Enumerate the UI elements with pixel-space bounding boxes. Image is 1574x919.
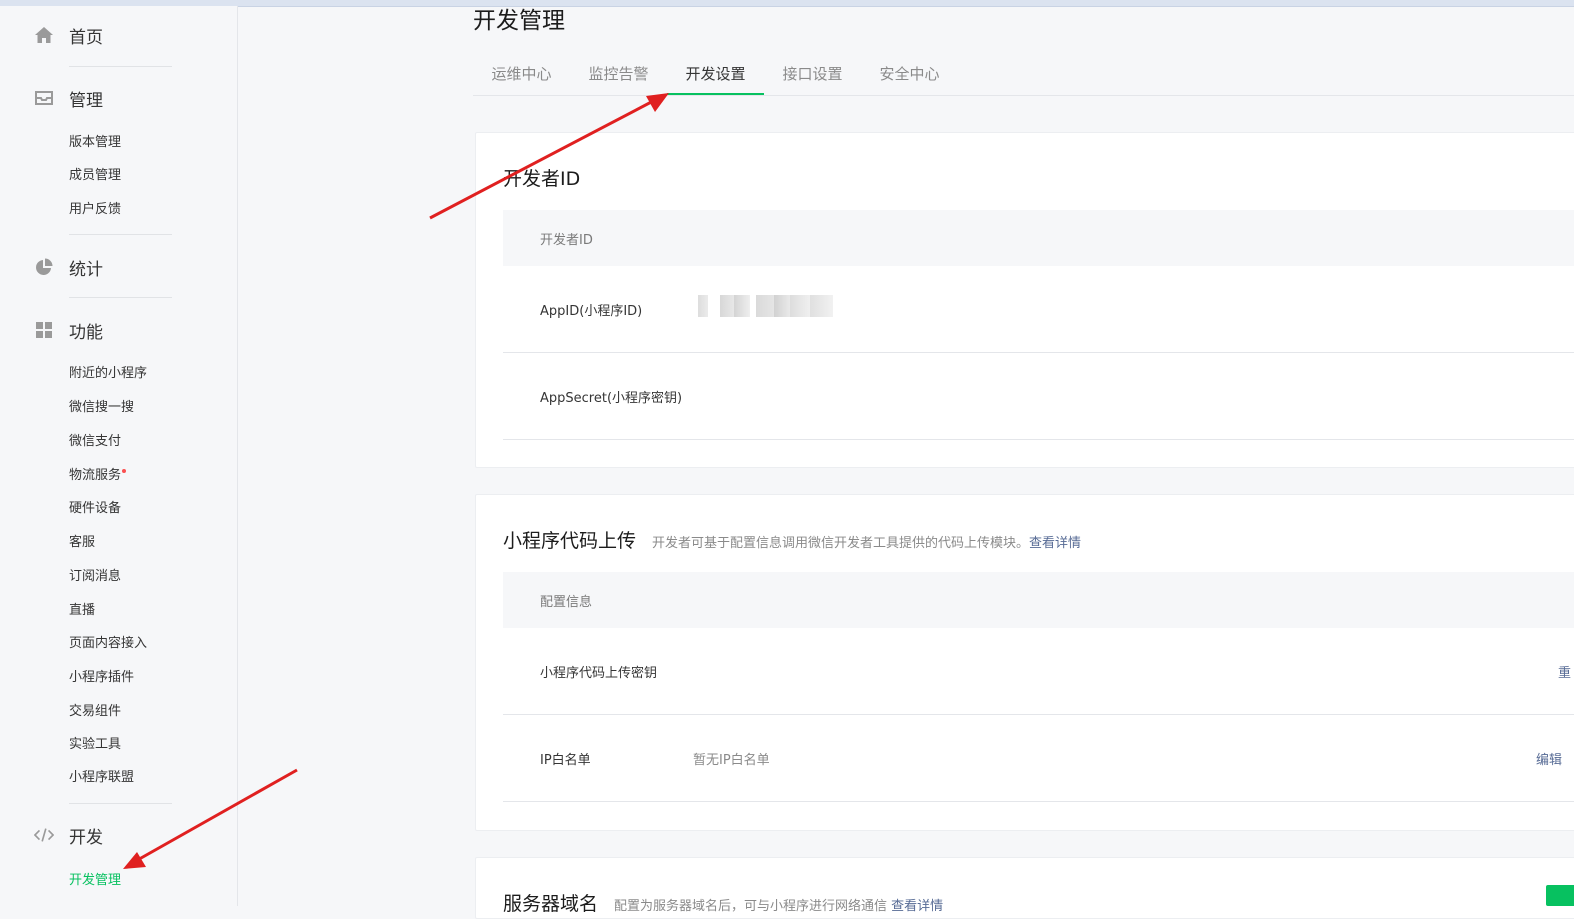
sidebar-item-dev-manage[interactable]: 开发管理 — [69, 872, 121, 890]
tab-bar: 运维中心 监控告警 开发设置 接口设置 安全中心 — [473, 56, 1574, 96]
sidebar-group-manage[interactable]: 管理 — [34, 85, 103, 111]
sidebar-item-alliance[interactable]: 小程序联盟 — [69, 769, 134, 787]
divider — [69, 297, 172, 298]
grid-icon — [34, 320, 54, 340]
table-header-label: 配置信息 — [540, 595, 593, 610]
tab-security[interactable]: 安全中心 — [861, 56, 958, 95]
sidebar-group-features[interactable]: 功能 — [34, 317, 103, 343]
sidebar-item-live[interactable]: 直播 — [69, 602, 95, 620]
tab-monitor[interactable]: 监控告警 — [570, 56, 667, 95]
sidebar-item-feedback[interactable]: 用户反馈 — [69, 201, 121, 219]
divider — [69, 803, 172, 804]
row-key: AppID(小程序ID) — [540, 304, 643, 319]
section-desc: 配置为服务器域名后，可与小程序进行网络通信 查看详情 — [614, 899, 943, 914]
primary-button-partial[interactable] — [1546, 885, 1574, 906]
sidebar-group-home[interactable]: 首页 — [34, 22, 103, 48]
sidebar-group-label: 管理 — [69, 90, 103, 111]
section-desc: 开发者可基于配置信息调用微信开发者工具提供的代码上传模块。查看详情 — [652, 536, 1081, 551]
reset-link[interactable]: 重 — [1558, 662, 1571, 681]
sidebar-group-label: 统计 — [69, 259, 103, 280]
sidebar-item-members[interactable]: 成员管理 — [69, 167, 121, 185]
developer-id-card: 开发者ID 开发者ID AppID(小程序ID) AppSecret(小程序密钥… — [475, 132, 1574, 468]
section-title: 服务器域名 配置为服务器域名后，可与小程序进行网络通信 查看详情 — [503, 889, 943, 916]
sidebar-group-stats[interactable]: 统计 — [34, 254, 103, 280]
sidebar-item-pay[interactable]: 微信支付 — [69, 433, 121, 451]
sidebar-item-logistics[interactable]: 物流服务 — [69, 467, 127, 485]
sidebar-item-lab-tools[interactable]: 实验工具 — [69, 736, 121, 754]
section-title: 开发者ID — [503, 168, 581, 190]
section-title: 小程序代码上传 开发者可基于配置信息调用微信开发者工具提供的代码上传模块。查看详情 — [503, 526, 1081, 553]
sidebar-item-label: 物流服务 — [69, 468, 122, 483]
table-row-upload-key: 小程序代码上传密钥 重 — [503, 628, 1574, 715]
row-key: 小程序代码上传密钥 — [540, 666, 658, 681]
code-upload-card: 小程序代码上传 开发者可基于配置信息调用微信开发者工具提供的代码上传模块。查看详情… — [475, 494, 1574, 831]
sidebar-item-trade-component[interactable]: 交易组件 — [69, 703, 121, 721]
table-row-ip-whitelist: IP白名单 暂无IP白名单 编辑 — [503, 715, 1574, 802]
home-icon — [34, 25, 54, 45]
row-value: 暂无IP白名单 — [693, 753, 770, 768]
table-header: 配置信息 — [503, 572, 1574, 628]
divider — [69, 234, 172, 235]
appid-value-redacted — [690, 295, 833, 317]
view-details-link[interactable]: 查看详情 — [891, 899, 943, 914]
new-badge-dot — [122, 469, 127, 473]
sidebar-item-plugins[interactable]: 小程序插件 — [69, 669, 134, 687]
tab-api-settings[interactable]: 接口设置 — [764, 56, 861, 95]
tab-ops[interactable]: 运维中心 — [473, 56, 570, 95]
table-header: 开发者ID — [503, 210, 1574, 266]
divider — [69, 66, 172, 67]
sidebar-item-customer-service[interactable]: 客服 — [69, 534, 95, 552]
server-domain-card: 服务器域名 配置为服务器域名后，可与小程序进行网络通信 查看详情 — [475, 857, 1574, 919]
section-title-text: 小程序代码上传 — [503, 530, 637, 552]
sidebar-item-hardware[interactable]: 硬件设备 — [69, 500, 121, 518]
table-row-appid: AppID(小程序ID) — [503, 266, 1574, 353]
row-key: AppSecret(小程序密钥) — [540, 391, 683, 406]
row-key: IP白名单 — [540, 753, 591, 768]
table-row-appsecret: AppSecret(小程序密钥) — [503, 353, 1574, 440]
page-title: 开发管理 — [473, 8, 565, 34]
sidebar-group-label: 开发 — [69, 827, 103, 848]
sidebar-group-label: 首页 — [69, 27, 103, 48]
sidebar-group-dev[interactable]: 开发 — [34, 822, 103, 848]
sidebar-item-search[interactable]: 微信搜一搜 — [69, 399, 134, 417]
code-icon — [34, 825, 54, 845]
sidebar-item-nearby[interactable]: 附近的小程序 — [69, 365, 147, 383]
section-title-text: 服务器域名 — [503, 893, 599, 915]
tab-dev-settings[interactable]: 开发设置 — [667, 56, 764, 95]
view-details-link[interactable]: 查看详情 — [1029, 536, 1081, 551]
table-header-label: 开发者ID — [540, 233, 593, 248]
inbox-icon — [34, 88, 54, 108]
sidebar-item-page-content[interactable]: 页面内容接入 — [69, 635, 147, 653]
section-desc-text: 开发者可基于配置信息调用微信开发者工具提供的代码上传模块。 — [652, 536, 1030, 551]
section-desc-text: 配置为服务器域名后，可与小程序进行网络通信 — [614, 899, 888, 914]
edit-link[interactable]: 编辑 — [1536, 749, 1562, 768]
sidebar-group-label: 功能 — [69, 322, 103, 343]
sidebar-item-version[interactable]: 版本管理 — [69, 134, 121, 152]
sidebar: 首页 管理 版本管理 成员管理 用户反馈 统计 功能 附近的小程序 微信搜一搜 … — [0, 6, 238, 906]
sidebar-item-subscribe-msg[interactable]: 订阅消息 — [69, 568, 121, 586]
pie-chart-icon — [34, 257, 54, 277]
